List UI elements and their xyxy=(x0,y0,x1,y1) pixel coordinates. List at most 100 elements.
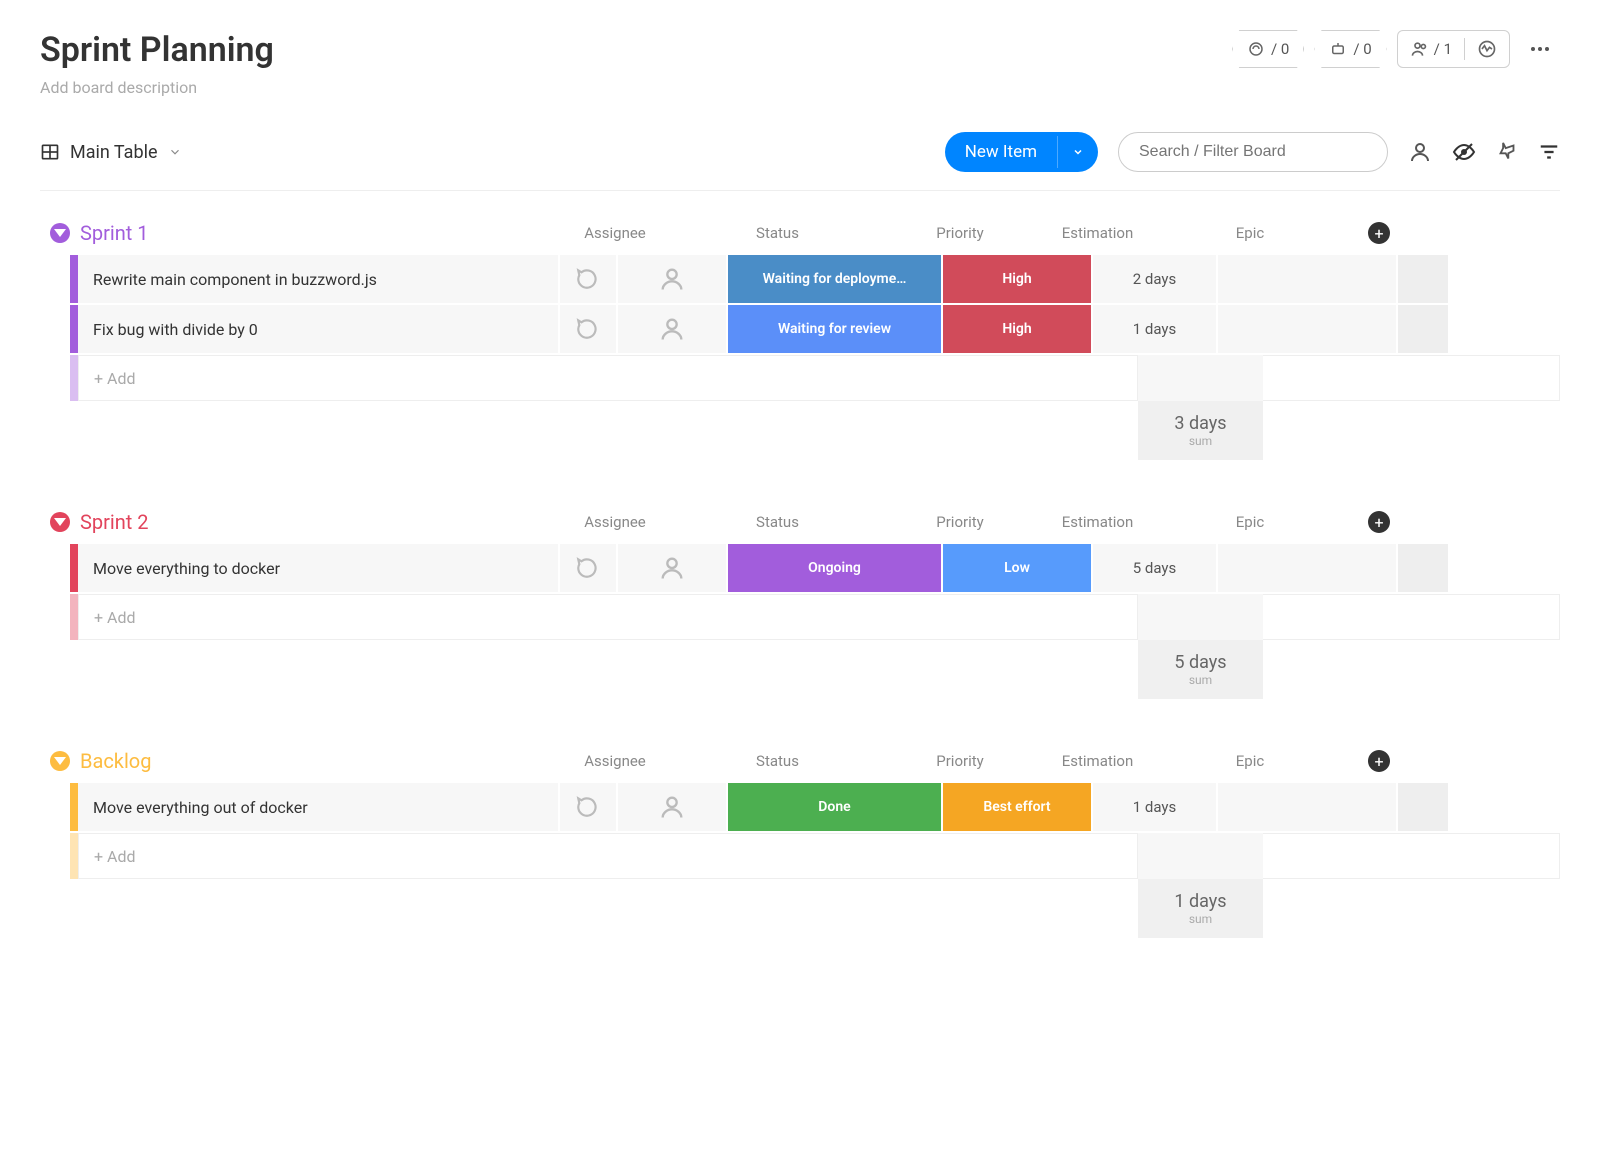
plugin-count-value: / 0 xyxy=(1271,40,1289,58)
column-header-estimation[interactable]: Estimation xyxy=(1035,513,1160,531)
board-description[interactable]: Add board description xyxy=(40,78,274,97)
estimation-cell[interactable]: 1 days xyxy=(1093,783,1218,831)
comment-button[interactable] xyxy=(560,305,618,353)
assignee-cell[interactable] xyxy=(618,305,728,353)
collapse-toggle[interactable] xyxy=(50,512,70,532)
table-row[interactable]: Fix bug with divide by 0 Waiting for rev… xyxy=(70,305,1560,355)
epic-cell[interactable] xyxy=(1218,544,1398,592)
table-row[interactable]: Move everything to docker Ongoing Low 5 … xyxy=(70,544,1560,594)
chevron-down-icon xyxy=(1072,146,1084,158)
estimation-summary: 5 days sum xyxy=(1138,640,1263,699)
item-name[interactable]: Fix bug with divide by 0 xyxy=(78,305,560,353)
add-item-row[interactable]: + Add xyxy=(70,833,1560,879)
members-button[interactable]: / 1 xyxy=(1398,33,1464,65)
column-header-assignee[interactable]: Assignee xyxy=(560,513,670,531)
priority-cell[interactable]: High xyxy=(943,255,1093,303)
column-header-epic[interactable]: Epic xyxy=(1160,513,1340,531)
chat-icon xyxy=(575,266,601,292)
column-header-epic[interactable]: Epic xyxy=(1160,752,1340,770)
status-cell[interactable]: Ongoing xyxy=(728,544,943,592)
estimation-cell[interactable]: 2 days xyxy=(1093,255,1218,303)
dots-icon xyxy=(1528,37,1552,61)
add-column-button[interactable]: + xyxy=(1368,222,1390,244)
comment-button[interactable] xyxy=(560,544,618,592)
column-header-status[interactable]: Status xyxy=(670,752,885,770)
view-selector[interactable]: Main Table xyxy=(40,142,182,163)
plugin-count-button[interactable]: / 0 xyxy=(1232,30,1304,68)
status-cell[interactable]: Waiting for review xyxy=(728,305,943,353)
column-header-status[interactable]: Status xyxy=(670,224,885,242)
column-header-priority[interactable]: Priority xyxy=(885,752,1035,770)
item-name[interactable]: Rewrite main component in buzzword.js xyxy=(78,255,560,303)
add-column-button[interactable]: + xyxy=(1368,511,1390,533)
row-end xyxy=(1398,783,1448,831)
assignee-cell[interactable] xyxy=(618,255,728,303)
estimation-summary: 1 days sum xyxy=(1138,879,1263,938)
person-filter-button[interactable] xyxy=(1408,140,1432,164)
activity-icon xyxy=(1477,39,1497,59)
column-header-assignee[interactable]: Assignee xyxy=(560,224,670,242)
estimation-cell[interactable]: 5 days xyxy=(1093,544,1218,592)
column-header-estimation[interactable]: Estimation xyxy=(1035,224,1160,242)
table-row[interactable]: Move everything out of docker Done Best … xyxy=(70,783,1560,833)
new-item-button[interactable]: New Item xyxy=(945,132,1098,172)
row-color-bar xyxy=(70,255,78,303)
column-header-epic[interactable]: Epic xyxy=(1160,224,1340,242)
column-header-status[interactable]: Status xyxy=(670,513,885,531)
epic-cell[interactable] xyxy=(1218,783,1398,831)
estimation-cell[interactable]: 1 days xyxy=(1093,305,1218,353)
column-header-estimation[interactable]: Estimation xyxy=(1035,752,1160,770)
activity-button[interactable] xyxy=(1465,33,1509,65)
person-icon xyxy=(658,315,686,343)
estimation-summary: 3 days sum xyxy=(1138,401,1263,460)
filter-button[interactable] xyxy=(1538,141,1560,163)
summary-label: sum xyxy=(1138,673,1263,687)
pin-button[interactable] xyxy=(1496,141,1518,163)
comment-button[interactable] xyxy=(560,783,618,831)
eye-off-icon xyxy=(1452,140,1476,164)
item-name[interactable]: Move everything to docker xyxy=(78,544,560,592)
priority-cell[interactable]: High xyxy=(943,305,1093,353)
header-toolbar: / 1 xyxy=(1397,30,1510,68)
group-name[interactable]: Sprint 1 xyxy=(80,221,149,245)
group-name[interactable]: Sprint 2 xyxy=(80,510,149,534)
board-title[interactable]: Sprint Planning xyxy=(40,30,274,70)
filter-icon xyxy=(1538,141,1560,163)
epic-cell[interactable] xyxy=(1218,305,1398,353)
column-header-priority[interactable]: Priority xyxy=(885,513,1035,531)
hide-button[interactable] xyxy=(1452,140,1476,164)
collapse-toggle[interactable] xyxy=(50,223,70,243)
table-row[interactable]: Rewrite main component in buzzword.js Wa… xyxy=(70,255,1560,305)
add-item-row[interactable]: + Add xyxy=(70,594,1560,640)
chat-icon xyxy=(575,316,601,342)
assignee-cell[interactable] xyxy=(618,783,728,831)
collapse-toggle[interactable] xyxy=(50,751,70,771)
item-name[interactable]: Move everything out of docker xyxy=(78,783,560,831)
row-end xyxy=(1398,255,1448,303)
status-cell[interactable]: Waiting for deployme… xyxy=(728,255,943,303)
assignee-cell[interactable] xyxy=(618,544,728,592)
column-header-assignee[interactable]: Assignee xyxy=(560,752,670,770)
add-row-estimation-gap xyxy=(1138,833,1263,879)
priority-cell[interactable]: Low xyxy=(943,544,1093,592)
status-cell[interactable]: Done xyxy=(728,783,943,831)
comment-button[interactable] xyxy=(560,255,618,303)
chat-icon xyxy=(575,555,601,581)
column-header-priority[interactable]: Priority xyxy=(885,224,1035,242)
priority-cell[interactable]: Best effort xyxy=(943,783,1093,831)
chevron-down-icon xyxy=(168,145,182,159)
row-color-bar xyxy=(70,544,78,592)
more-options-button[interactable] xyxy=(1520,37,1560,61)
group: Sprint 1 Assignee Status Priority Estima… xyxy=(40,221,1560,460)
add-column-button[interactable]: + xyxy=(1368,750,1390,772)
search-input[interactable] xyxy=(1118,132,1388,172)
epic-cell[interactable] xyxy=(1218,255,1398,303)
add-item-row[interactable]: + Add xyxy=(70,355,1560,401)
group-name[interactable]: Backlog xyxy=(80,749,151,773)
new-item-dropdown[interactable] xyxy=(1057,136,1098,168)
summary-label: sum xyxy=(1138,434,1263,448)
summary-label: sum xyxy=(1138,912,1263,926)
row-color-bar xyxy=(70,594,78,640)
header-actions: / 0 / 0 / 1 xyxy=(1232,30,1560,68)
bot-count-button[interactable]: / 0 xyxy=(1314,30,1386,68)
